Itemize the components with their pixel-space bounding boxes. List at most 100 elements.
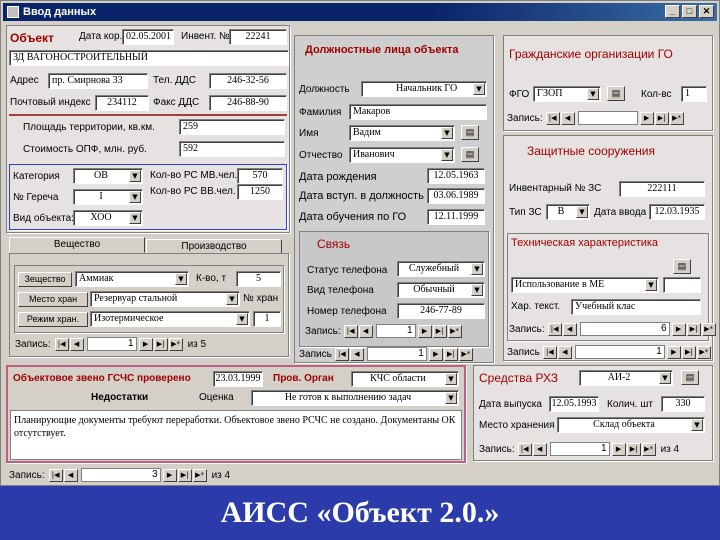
mode-combo[interactable]: Изотермическое ▼ — [90, 311, 250, 327]
object-name-field[interactable]: ЗД ВАГОНОСТРОИТЕЛЬНЫЙ — [9, 50, 289, 66]
usage-value-field[interactable] — [663, 277, 701, 293]
book-icon[interactable]: ▤ — [461, 147, 479, 162]
dropdown-icon[interactable]: ▼ — [175, 273, 187, 285]
dropdown-icon[interactable]: ▼ — [659, 372, 671, 384]
patronymic-combo[interactable]: Иванович ▼ — [349, 147, 455, 163]
prev-record-icon[interactable]: ◀ — [560, 111, 575, 125]
usage-combo[interactable]: Использование в МЕ ▼ — [511, 277, 659, 293]
first-record-icon[interactable]: |◀ — [48, 468, 63, 482]
address-field[interactable]: пр. Смирнова 33 — [48, 73, 148, 89]
first-record-icon[interactable]: |◀ — [54, 337, 69, 351]
next-record-icon[interactable]: ▶ — [639, 111, 654, 125]
next-record-icon[interactable]: ▶ — [611, 442, 626, 456]
civil-qty-field[interactable]: 1 — [681, 86, 707, 102]
dropdown-icon[interactable]: ▼ — [471, 263, 483, 275]
prev-record-icon[interactable]: ◀ — [63, 468, 78, 482]
substance-combo[interactable]: Аммиак ▼ — [75, 271, 189, 287]
fax-field[interactable]: 246-88-90 — [209, 95, 287, 111]
new-record-icon[interactable]: ▶* — [168, 337, 183, 351]
record-field[interactable] — [577, 111, 638, 125]
record-field[interactable]: 1 — [549, 442, 610, 456]
dropdown-icon[interactable]: ▼ — [576, 206, 588, 218]
last-record-icon[interactable]: ▶| — [681, 345, 696, 359]
count-field[interactable]: 330 — [661, 396, 705, 412]
dropdown-icon[interactable]: ▼ — [645, 279, 657, 291]
record-field[interactable]: 1 — [366, 347, 427, 361]
area-field[interactable]: 259 — [179, 119, 285, 135]
name-combo[interactable]: Вадим ▼ — [349, 125, 455, 141]
first-record-icon[interactable]: |◀ — [343, 324, 358, 338]
first-record-icon[interactable]: |◀ — [545, 111, 560, 125]
rating-combo[interactable]: Не готов к выполнению задач ▼ — [251, 390, 459, 406]
dropdown-icon[interactable]: ▼ — [445, 392, 457, 404]
surname-field[interactable]: Макаров — [349, 104, 487, 120]
maximize-button[interactable]: □ — [682, 5, 697, 18]
dropdown-icon[interactable]: ▼ — [226, 293, 238, 305]
next-record-icon[interactable]: ▶ — [417, 324, 432, 338]
record-field[interactable]: 3 — [80, 468, 161, 482]
book-icon[interactable]: ▤ — [607, 86, 625, 101]
number-field[interactable]: 246-77-89 — [397, 303, 485, 319]
first-record-icon[interactable]: |◀ — [334, 347, 349, 361]
dropdown-icon[interactable]: ▼ — [691, 419, 703, 431]
store-combo[interactable]: Склад объекта ▼ — [557, 417, 705, 433]
entry-field[interactable]: 03.06.1989 — [427, 188, 485, 204]
postal-field[interactable]: 234112 — [95, 95, 149, 111]
book-icon[interactable]: ▤ — [461, 125, 479, 140]
last-record-icon[interactable]: ▶| — [177, 468, 192, 482]
new-record-icon[interactable]: ▶* — [192, 468, 207, 482]
inv-field[interactable]: 22241 — [229, 29, 287, 45]
dropdown-icon[interactable]: ▼ — [441, 149, 453, 161]
new-record-icon[interactable]: ▶* — [696, 345, 711, 359]
mode-button[interactable]: Режим хран. — [18, 312, 88, 327]
prev-record-icon[interactable]: ◀ — [557, 345, 572, 359]
record-field[interactable]: 6 — [579, 322, 670, 336]
dropdown-icon[interactable]: ▼ — [129, 170, 141, 182]
dropdown-icon[interactable]: ▼ — [445, 373, 457, 385]
new-record-icon[interactable]: ▶* — [447, 324, 462, 338]
training-field[interactable]: 12.11.1999 — [427, 209, 485, 225]
book-icon[interactable]: ▤ — [673, 259, 691, 274]
dropdown-icon[interactable]: ▼ — [441, 127, 453, 139]
new-record-icon[interactable]: ▶* — [701, 322, 716, 336]
cost-field[interactable]: 592 — [179, 141, 285, 157]
new-record-icon[interactable]: ▶* — [458, 347, 473, 361]
first-record-icon[interactable]: |◀ — [547, 322, 562, 336]
last-record-icon[interactable]: ▶| — [432, 324, 447, 338]
substance-button[interactable]: Зещество — [18, 272, 72, 287]
dropdown-icon[interactable]: ▼ — [236, 313, 248, 325]
status-combo[interactable]: Служебный ▼ — [397, 261, 485, 277]
storage-combo[interactable]: Резервуар стальной ▼ — [90, 291, 240, 307]
dropdown-icon[interactable]: ▼ — [129, 191, 141, 203]
group-combo[interactable]: I ▼ — [73, 189, 143, 205]
rhz-combo[interactable]: АИ-2 ▼ — [579, 370, 673, 386]
next-record-icon[interactable]: ▶ — [428, 347, 443, 361]
last-record-icon[interactable]: ▶| — [654, 111, 669, 125]
qty-field[interactable]: 5 — [236, 271, 281, 287]
position-combo[interactable]: Начальник ГО ▼ — [361, 81, 487, 97]
record-field[interactable]: 1 — [86, 337, 137, 351]
last-record-icon[interactable]: ▶| — [443, 347, 458, 361]
gschs-date-field[interactable]: 23.03.1999 — [213, 371, 263, 387]
dropdown-icon[interactable]: ▼ — [471, 284, 483, 296]
prev-record-icon[interactable]: ◀ — [532, 442, 547, 456]
storage-button[interactable]: Место хран — [18, 292, 88, 307]
next-record-icon[interactable]: ▶ — [138, 337, 153, 351]
dropdown-icon[interactable]: ▼ — [473, 83, 485, 95]
shelter-date-field[interactable]: 12.03.1935 — [649, 204, 705, 220]
last-record-icon[interactable]: ▶| — [153, 337, 168, 351]
book-icon[interactable]: ▤ — [681, 370, 699, 385]
last-record-icon[interactable]: ▶| — [626, 442, 641, 456]
feature-field[interactable]: Учебный клас — [571, 299, 701, 315]
rschv-field-1[interactable]: 570 — [237, 168, 283, 184]
record-field[interactable]: 1 — [574, 345, 665, 359]
drawbacks-memo[interactable]: Планирующие документы требуют переработк… — [10, 410, 462, 460]
first-record-icon[interactable]: |◀ — [517, 442, 532, 456]
kind-combo[interactable]: ХОО ▼ — [73, 210, 143, 226]
next-record-icon[interactable]: ▶ — [162, 468, 177, 482]
issue-field[interactable]: 12.05.1993 — [549, 396, 599, 412]
new-record-icon[interactable]: ▶* — [669, 111, 684, 125]
next-record-icon[interactable]: ▶ — [671, 322, 686, 336]
rschv-field-2[interactable]: 1250 — [237, 184, 283, 200]
mode-no-field[interactable]: 1 — [253, 311, 281, 327]
